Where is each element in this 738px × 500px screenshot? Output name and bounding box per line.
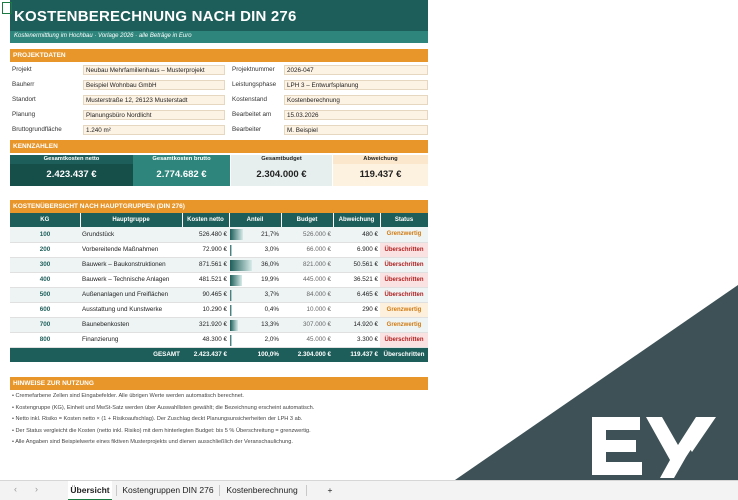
tab-scroll-next-icon[interactable]: ›	[35, 484, 38, 494]
add-sheet-button[interactable]: +	[320, 481, 340, 500]
tab-separator	[306, 485, 307, 496]
tab-kostenberechnung[interactable]: Kostenberechnung	[222, 481, 302, 500]
sheet-tab-bar: ‹ › Übersicht Kostengruppen DIN 276 Kost…	[0, 480, 738, 500]
tab-separator	[116, 485, 117, 496]
brand-overlay	[455, 285, 738, 480]
worksheet: KOSTENBERECHNUNG NACH DIN 276 Kostenermi…	[0, 0, 738, 480]
tab-uebersicht[interactable]: Übersicht	[68, 481, 112, 500]
tab-scroll-prev-icon[interactable]: ‹	[14, 484, 17, 494]
tab-kostengruppen[interactable]: Kostengruppen DIN 276	[119, 481, 217, 500]
tab-separator	[219, 485, 220, 496]
